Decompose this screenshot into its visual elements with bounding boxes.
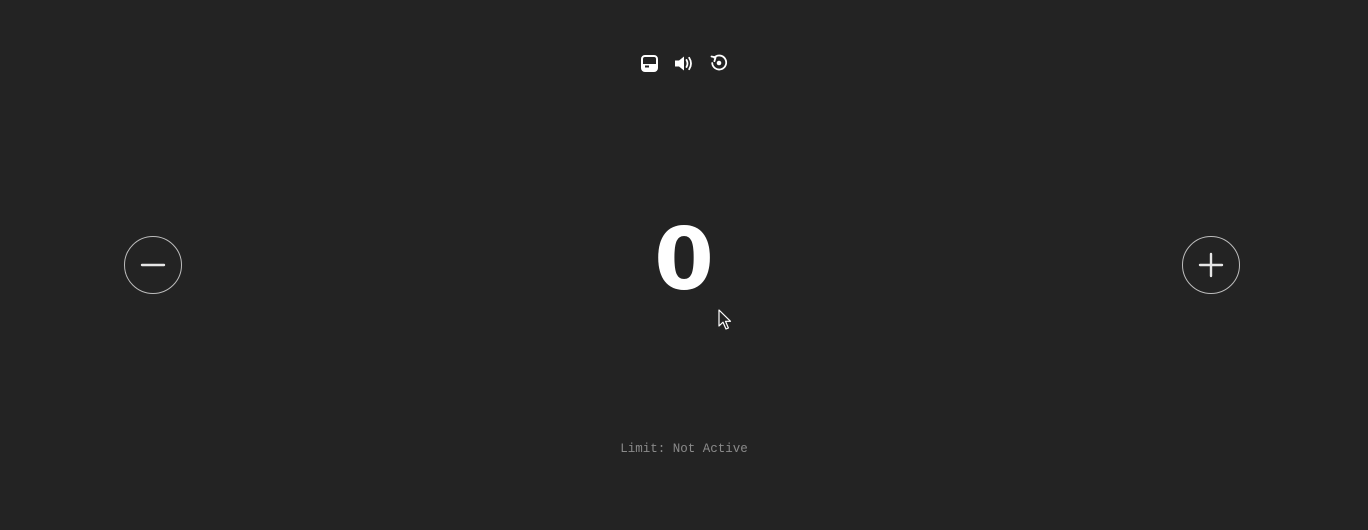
counter-value: 0 (654, 210, 714, 310)
limit-status[interactable]: Limit: Not Active (0, 441, 1368, 457)
increment-button[interactable] (1182, 236, 1240, 294)
toolbar (0, 52, 1368, 74)
mouse-cursor-icon (718, 309, 732, 330)
sound-button[interactable] (674, 52, 694, 74)
theme-toggle-icon (640, 54, 658, 72)
counter-app: 0 Limit: Not Active (0, 0, 1368, 530)
sound-icon (675, 56, 692, 70)
theme-toggle-button[interactable] (639, 52, 659, 74)
plus-icon (1198, 252, 1224, 278)
reset-icon (710, 54, 728, 71)
reset-button[interactable] (709, 52, 729, 74)
